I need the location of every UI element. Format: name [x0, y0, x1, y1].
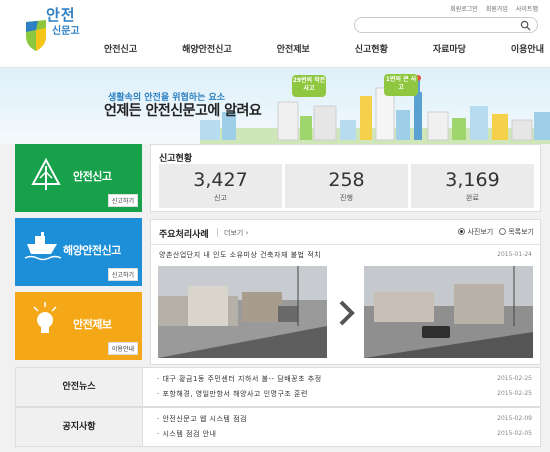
notice-item[interactable]: · 안전신문고 웹 시스템 점검 — [157, 414, 247, 424]
banner-title: 언제든 안전신문고에 알려요 — [104, 103, 262, 119]
radio-icon — [499, 228, 507, 235]
sitemap-link[interactable]: 사이트맵 — [516, 4, 538, 13]
panel-title: 신고현황 — [159, 154, 193, 164]
stat-label: 완료 — [466, 194, 479, 202]
signup-link[interactable]: 회원가입 — [486, 4, 508, 13]
main-nav: 안전신고 해양안전신고 안전제보 신고현황 자료마당 이용안내 — [104, 42, 544, 55]
photo-view-option[interactable]: 사진보기 — [458, 227, 493, 237]
option-label: 사진보기 — [467, 228, 494, 236]
divider — [217, 228, 218, 237]
stat-value: 258 — [328, 169, 365, 191]
more-label: 더보기 — [224, 229, 244, 237]
news-item-text: 대구 황금1동 주민센터 지하서 불-- 담배꽁초 추정 — [162, 375, 322, 383]
tile-marine-report[interactable]: 해양안전신고 신고하기 — [15, 218, 142, 286]
login-link[interactable]: 회원로그인 — [450, 4, 478, 13]
notice-date: 2015-02-09 — [497, 415, 532, 422]
case-photo-after[interactable] — [364, 266, 533, 358]
nav-guide[interactable]: 이용안내 — [511, 42, 544, 55]
stat-value: 3,427 — [193, 169, 248, 191]
report-button[interactable]: 신고하기 — [107, 268, 138, 281]
report-button[interactable]: 신고하기 — [107, 194, 138, 207]
ship-icon — [24, 232, 61, 261]
search-box — [354, 17, 538, 33]
tile-label: 해양안전신고 — [63, 244, 121, 257]
panel-title-text: 공지사항 — [62, 422, 96, 432]
chevron-right-icon: › — [245, 229, 249, 237]
case-headline[interactable]: 양촌산업단지 내 인도 소유미상 건축자재 불법 적치 — [159, 250, 321, 260]
safety-news-panel: 안전뉴스 · 대구 황금1동 주민센터 지하서 불-- 담배꽁초 추정 2015… — [15, 367, 541, 407]
tile-safety-report[interactable]: 안전신고 신고하기 — [15, 144, 142, 212]
notice-date: 2015-02-05 — [497, 430, 532, 437]
report-status-panel: 신고현황 3,427 신고 258 진행 3,169 완료 — [150, 144, 541, 212]
utility-links: 회원로그인 회원가입 사이트맵 — [450, 4, 538, 13]
stat-value: 3,169 — [445, 169, 500, 191]
stat-label: 신고 — [214, 194, 227, 202]
nav-report-status[interactable]: 신고현황 — [355, 42, 388, 55]
tile-safety-tip[interactable]: 안전제보 이용안내 — [15, 292, 142, 360]
nav-resources[interactable]: 자료마당 — [433, 42, 466, 55]
notice-item-text: 안전신문고 웹 시스템 점검 — [162, 415, 247, 423]
news-item-text: 포항해경, 영일만항서 해양사고 인명구조 훈련 — [162, 390, 308, 398]
guide-button[interactable]: 이용안내 — [107, 342, 138, 355]
panel-title-text: 안전뉴스 — [62, 382, 96, 392]
view-toggle: 사진보기 목록보기 — [458, 227, 534, 237]
panel-title: 주요처리사례 — [159, 230, 209, 240]
banner-bubble-small-accident: 29번의 작은 사고 — [292, 75, 326, 97]
panel-title[interactable]: 공지사항 — [16, 408, 143, 446]
nav-marine-report[interactable]: 해양안전신고 — [182, 42, 232, 55]
tree-sign-icon — [31, 158, 61, 190]
site-logo[interactable]: 안전 신문고 — [24, 4, 86, 56]
list-view-option[interactable]: 목록보기 — [499, 227, 534, 237]
lightbulb-icon — [33, 302, 57, 333]
panel-title[interactable]: 안전뉴스 — [16, 368, 143, 406]
tile-label: 안전제보 — [73, 318, 112, 331]
option-label: 목록보기 — [508, 228, 534, 236]
case-date: 2015-01-24 — [497, 251, 532, 258]
case-photo-before[interactable] — [158, 266, 327, 358]
stat-label: 진행 — [340, 194, 353, 202]
notice-item-text: 시스템 점검 안내 — [162, 430, 217, 438]
nav-safety-tip[interactable]: 안전제보 — [277, 42, 310, 55]
hero-banner — [0, 68, 550, 144]
logo-subtitle: 신문고 — [52, 26, 80, 37]
stat-in-progress[interactable]: 258 진행 — [285, 164, 408, 208]
banner-bubble-big-accident: 1번의 큰 사고 — [384, 74, 418, 96]
radio-checked-icon — [458, 228, 466, 235]
notice-panel: 공지사항 · 안전신문고 웹 시스템 점검 2015-02-09 · 시스템 점… — [15, 407, 541, 447]
stat-completed[interactable]: 3,169 완료 — [411, 164, 534, 208]
stat-reported[interactable]: 3,427 신고 — [159, 164, 282, 208]
shield-logo-icon — [26, 20, 46, 51]
news-item[interactable]: · 대구 황금1동 주민센터 지하서 불-- 담배꽁초 추정 — [157, 374, 322, 384]
news-date: 2015-02-25 — [497, 390, 532, 397]
major-cases-panel: 주요처리사례 더보기 › 사진보기 목록보기 양촌산업단지 내 인도 소유미상 … — [150, 219, 541, 365]
chevron-right-icon[interactable] — [333, 298, 359, 328]
tile-label: 안전신고 — [73, 170, 112, 183]
search-input[interactable] — [363, 20, 513, 31]
more-link[interactable]: 더보기 › — [224, 228, 248, 238]
news-date: 2015-02-25 — [497, 375, 532, 382]
notice-item[interactable]: · 시스템 점검 안내 — [157, 429, 216, 439]
nav-safety-report[interactable]: 안전신고 — [104, 42, 137, 55]
search-icon[interactable] — [520, 20, 531, 31]
news-item[interactable]: · 포항해경, 영일만항서 해양사고 인명구조 훈련 — [157, 389, 308, 399]
site-header: 안전 신문고 회원로그인 회원가입 사이트맵 안전신고 해양안전신고 안전제보 … — [0, 0, 550, 68]
divider — [151, 244, 540, 245]
